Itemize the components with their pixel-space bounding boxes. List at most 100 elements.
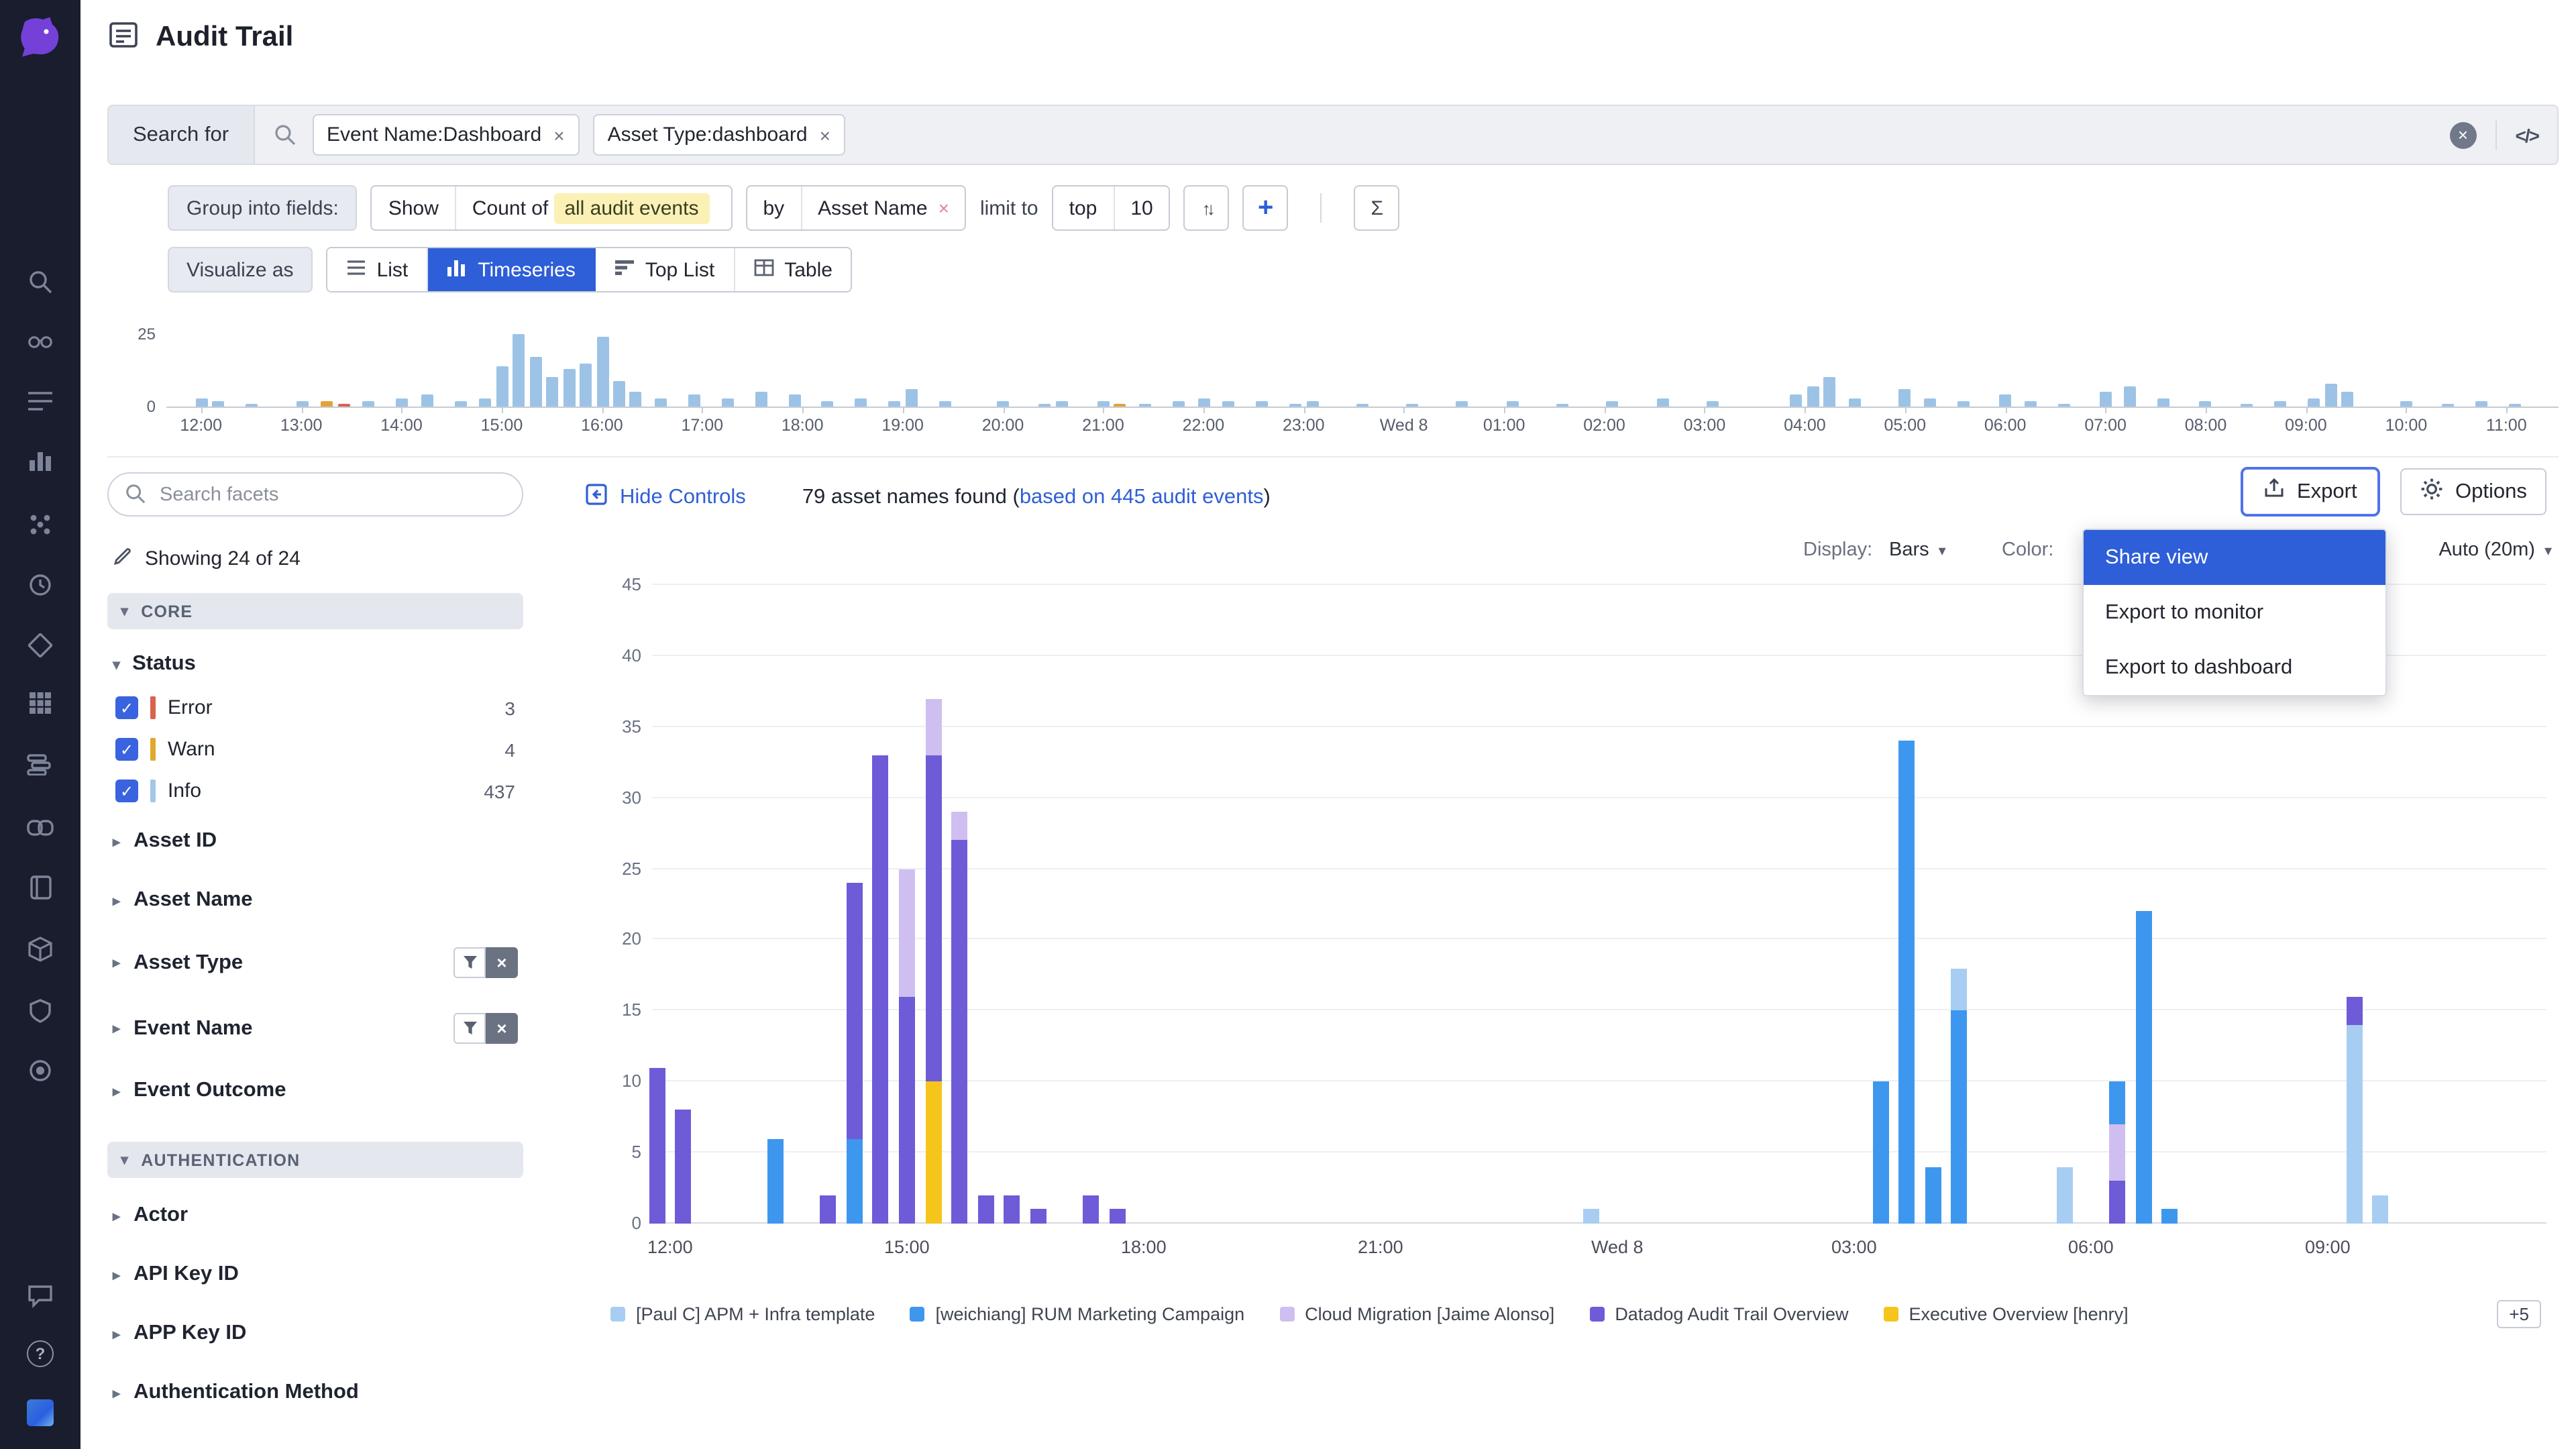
formula-sigma-button[interactable]: Σ	[1354, 185, 1400, 231]
mini-chart-bar[interactable]	[363, 400, 375, 407]
mini-chart-bar[interactable]	[496, 366, 508, 407]
mini-chart-bar[interactable]	[1924, 398, 1936, 407]
mini-chart-bar[interactable]	[421, 395, 433, 407]
mini-chart-bar[interactable]	[688, 395, 700, 407]
mini-chart-bar[interactable]	[1607, 400, 1619, 407]
mini-chart-bar[interactable]	[1306, 400, 1318, 407]
pipelines-icon[interactable]	[17, 742, 63, 788]
chart-bar[interactable]	[2057, 1167, 2073, 1224]
mini-chart-bar[interactable]	[296, 400, 308, 407]
mini-chart-bar[interactable]	[1507, 400, 1519, 407]
chart-bar[interactable]	[2346, 997, 2362, 1224]
facet-group-asset-type[interactable]: ▸Asset Type×	[107, 930, 523, 996]
bar-segment-purple[interactable]	[899, 997, 915, 1224]
facet-search-input[interactable]	[107, 472, 523, 517]
mini-chart-bar[interactable]	[655, 398, 667, 407]
mini-chart-bar[interactable]	[2275, 400, 2287, 407]
mini-chart-bar[interactable]	[2442, 404, 2454, 407]
mini-chart-bar[interactable]	[2324, 383, 2337, 407]
mini-chart-bar[interactable]	[396, 398, 409, 407]
facet-group-actor[interactable]: ▸Actor	[107, 1186, 523, 1245]
code-view-icon[interactable]: </>	[2516, 124, 2539, 146]
mini-chart-bar[interactable]	[1807, 386, 1819, 407]
mini-chart-bar[interactable]	[822, 400, 834, 407]
group-into-fields-button[interactable]: Group into fields:	[168, 185, 358, 231]
bar-segment-purple[interactable]	[1004, 1195, 1020, 1224]
mini-chart-bar[interactable]	[2158, 398, 2170, 407]
mini-chart-bar[interactable]	[1097, 400, 1110, 407]
mini-chart-bar[interactable]	[1899, 389, 1911, 407]
bar-segment-yellow[interactable]	[925, 1081, 941, 1224]
legend-item-executive-overview-henry-[interactable]: Executive Overview [henry]	[1884, 1304, 2129, 1324]
mini-chart-bar[interactable]	[938, 400, 951, 407]
user-avatar[interactable]	[17, 1390, 63, 1436]
chart-bar[interactable]	[1004, 1195, 1020, 1224]
bar-segment-blue[interactable]	[1951, 1011, 1968, 1224]
search-icon[interactable]	[17, 259, 63, 305]
search-bar[interactable]: Search for Event Name:Dashboard×Asset Ty…	[107, 105, 2559, 165]
mini-chart-bar[interactable]	[2475, 400, 2487, 407]
facet-group-app-key-id[interactable]: ▸APP Key ID	[107, 1304, 523, 1363]
chart-bar[interactable]	[899, 869, 915, 1224]
mini-timeline-chart[interactable]: 025 12:0013:0014:0015:0016:0017:0018:001…	[123, 330, 2559, 437]
rollup-select[interactable]: Auto (20m)▾	[2438, 539, 2552, 561]
bar-segment-purple[interactable]	[820, 1195, 836, 1224]
facet-section-core[interactable]: ▾CORE	[107, 593, 523, 629]
mini-chart-bar[interactable]	[2508, 404, 2520, 407]
add-query-button[interactable]: +	[1243, 185, 1289, 231]
mini-chart-bar[interactable]	[1657, 398, 1669, 407]
checkbox-checked[interactable]: ✓	[115, 696, 138, 719]
mini-chart-bar[interactable]	[2400, 400, 2412, 407]
facet-group-asset-name[interactable]: ▸Asset Name	[107, 871, 523, 930]
viz-option-table[interactable]: Table	[735, 248, 851, 291]
facet-showing-row[interactable]: Showing 24 of 24	[113, 546, 523, 572]
mini-chart-bar[interactable]	[1256, 400, 1268, 407]
mini-chart-bar[interactable]	[337, 404, 350, 407]
chart-bar[interactable]	[1030, 1210, 1046, 1224]
sort-order-button[interactable]: ↑↓	[1184, 185, 1230, 231]
bar-segment-purple[interactable]	[925, 755, 941, 1082]
search-for-label[interactable]: Search for	[109, 106, 254, 164]
legend-item--weichiang-rum-marketing-campaign[interactable]: [weichiang] RUM Marketing Campaign	[910, 1304, 1244, 1324]
metrics-icon[interactable]	[17, 437, 63, 483]
mini-chart-bar[interactable]	[246, 404, 258, 407]
mini-chart-bar[interactable]	[613, 380, 625, 407]
bar-segment-blue[interactable]	[767, 1138, 784, 1224]
bar-segment-purple[interactable]	[2346, 997, 2362, 1025]
mini-chart-bar[interactable]	[1114, 404, 1126, 407]
mini-chart-bar[interactable]	[1356, 404, 1368, 407]
bar-segment-purple[interactable]	[2109, 1181, 2125, 1224]
mini-chart-bar[interactable]	[788, 395, 800, 407]
options-button[interactable]: Options	[2400, 468, 2547, 515]
mini-chart-bar[interactable]	[1039, 404, 1051, 407]
viz-option-timeseries[interactable]: Timeseries	[428, 248, 596, 291]
logs-icon[interactable]	[17, 378, 63, 424]
mini-chart-bar[interactable]	[1197, 398, 1210, 407]
synthetics-icon[interactable]	[17, 623, 63, 668]
containers-icon[interactable]	[17, 926, 63, 971]
legend-item-cloud-migration-jaime-alonso-[interactable]: Cloud Migration [Jaime Alonso]	[1279, 1304, 1554, 1324]
bar-segment-lavender[interactable]	[951, 812, 967, 841]
facet-group-asset-id[interactable]: ▸Asset ID	[107, 812, 523, 871]
by-label[interactable]: by	[747, 186, 802, 229]
mini-chart-bar[interactable]	[596, 337, 608, 407]
bar-segment-blue[interactable]	[2162, 1210, 2178, 1224]
bar-segment-purple[interactable]	[1083, 1195, 1099, 1224]
mini-chart-bar[interactable]	[888, 400, 900, 407]
mini-chart-bar[interactable]	[213, 400, 225, 407]
chart-bar[interactable]	[1872, 1081, 1888, 1224]
bar-segment-blue[interactable]	[2135, 912, 2151, 1224]
mini-chart-bar[interactable]	[1222, 400, 1234, 407]
mini-chart-bar[interactable]	[1556, 404, 1568, 407]
bar-segment-lavender[interactable]	[899, 869, 915, 996]
chart-bar[interactable]	[873, 755, 889, 1224]
mini-chart-bar[interactable]	[2125, 386, 2137, 407]
chart-bar[interactable]	[2372, 1195, 2388, 1224]
filter-funnel-button[interactable]	[453, 947, 486, 978]
mini-chart-bar[interactable]	[530, 358, 542, 407]
viz-option-top-list[interactable]: Top List	[596, 248, 735, 291]
chart-bar[interactable]	[1583, 1210, 1599, 1224]
facet-group-event-name[interactable]: ▸Event Name×	[107, 996, 523, 1061]
mini-chart-bar[interactable]	[2025, 400, 2037, 407]
mini-chart-bar[interactable]	[513, 334, 525, 407]
